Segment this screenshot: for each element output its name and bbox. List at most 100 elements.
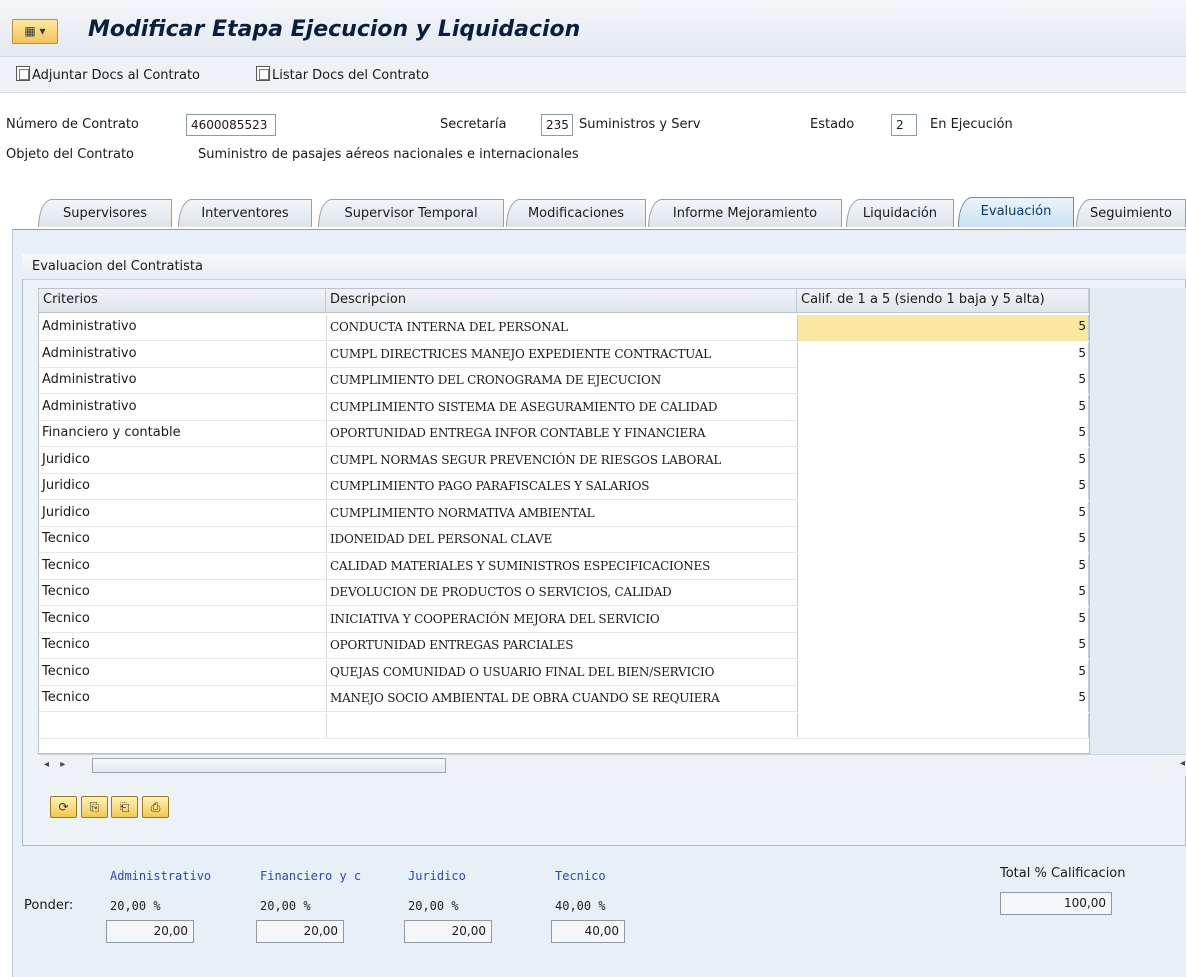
state-code-field[interactable]: 2 [891,114,917,136]
total-value-field[interactable]: 100,00 [1000,892,1112,915]
scroll-left-right-arrows-icon[interactable]: ◂ ▸ [44,759,69,770]
table-row[interactable]: Tecnico MANEJO SOCIO AMBIENTAL DE OBRA CU… [39,686,1089,712]
weight-percent: 20,00 % [260,899,311,913]
table-row[interactable]: Tecnico CALIDAD MATERIALES Y SUMINISTROS … [39,553,1089,580]
calificacion-input[interactable]: 5 [797,686,1089,712]
criterio-cell: Financiero y contable [42,425,181,440]
attach-docs-button[interactable]: Adjuntar Docs al Contrato [16,66,200,86]
table-empty-area [1090,288,1186,754]
secretary-name: Suministros y Serv [579,117,701,132]
table-row[interactable]: Juridico CUMPLIMIENTO PAGO PARAFISCALES Y… [39,474,1089,500]
calificacion-input[interactable]: 5 [797,368,1089,394]
weight-value-field[interactable]: 20,00 [256,920,344,943]
criterio-cell: Tecnico [42,637,90,652]
criterio-cell: Tecnico [42,663,90,679]
table-row-empty[interactable] [39,712,1089,739]
column-header-calificacion[interactable]: Calif. de 1 a 5 (siendo 1 baja y 5 alta) [797,289,1089,313]
descripcion-cell: INICIATIVA Y COOPERACIÓN MEJORA DEL SERV… [326,606,797,633]
tab-supervisores[interactable]: Supervisores [38,199,172,227]
criterio-cell: Tecnico [42,531,90,546]
descripcion-cell: CALIDAD MATERIALES Y SUMINISTROS ESPECIF… [326,553,797,580]
weight-category-label: Juridico [408,869,466,883]
contract-number-field[interactable]: 4600085523 [186,114,276,136]
descripcion-cell: MANEJO SOCIO AMBIENTAL DE OBRA CUANDO SE… [326,686,797,712]
evaluation-group-title: Evaluacion del Contratista [22,254,1186,280]
descripcion-cell [326,712,797,737]
table-row[interactable]: Juridico CUMPLIMIENTO NORMATIVA AMBIENTAL… [39,500,1089,527]
table-row[interactable]: Administrativo CUMPL DIRECTRICES MANEJO E… [39,341,1089,368]
criterio-cell: Tecnico [42,584,90,599]
table-horizontal-scrollbar[interactable]: ◂ ▸ ◂ [38,754,1186,776]
tab-supervisor-temporal[interactable]: Supervisor Temporal [318,199,504,227]
descripcion-cell: CUMPL DIRECTRICES MANEJO EXPEDIENTE CONT… [326,341,797,368]
evaluation-table: Criterios Descripcion Calif. de 1 a 5 (s… [38,288,1090,754]
scroll-right-arrow-icon[interactable]: ◂ [1180,758,1185,769]
table-row[interactable]: Tecnico IDONEIDAD DEL PERSONAL CLAVE 5 [39,527,1089,553]
calificacion-input[interactable]: 5 [797,553,1089,580]
calificacion-input[interactable]: 5 [797,315,1089,341]
tab-informe-mejoramiento[interactable]: Informe Mejoramiento [648,199,842,227]
tab-seguimiento[interactable]: Seguimiento [1076,199,1186,227]
list-documents-icon [256,66,270,81]
tab-modificaciones[interactable]: Modificaciones [506,199,646,227]
table-row[interactable]: Tecnico INICIATIVA Y COOPERACIÓN MEJORA D… [39,606,1089,633]
criterio-cell: Tecnico [42,557,90,573]
table-row[interactable]: Juridico CUMPL NORMAS SEGUR PREVENCIÓN DE… [39,447,1089,474]
criterio-cell: Administrativo [42,398,137,414]
sap-menu-icon[interactable]: ▦ ▾ [12,19,58,44]
scroll-thumb[interactable] [92,758,446,773]
table-action-2-icon[interactable]: ⎘ [81,796,108,818]
table-row[interactable]: Tecnico DEVOLUCION DE PRODUCTOS O SERVICI… [39,580,1089,606]
weight-value-field[interactable]: 20,00 [106,920,194,943]
calificacion-input[interactable]: 5 [797,474,1089,500]
object-label: Objeto del Contrato [6,147,135,162]
descripcion-cell: CONDUCTA INTERNA DEL PERSONAL [326,315,797,341]
tab-liquidacion[interactable]: Liquidación [846,199,954,227]
weight-value-field[interactable]: 20,00 [404,920,492,943]
calificacion-input[interactable]: 5 [797,580,1089,606]
calificacion-input[interactable]: 5 [797,500,1089,527]
object-value: Suministro de pasajes aéreos nacionales … [198,147,579,162]
descripcion-cell: CUMPLIMIENTO DEL CRONOGRAMA DE EJECUCION [326,368,797,394]
descripcion-cell: CUMPL NORMAS SEGUR PREVENCIÓN DE RIESGOS… [326,447,797,474]
window-title: Modificar Etapa Ejecucion y Liquidacion [88,17,581,42]
calificacion-input[interactable]: 5 [797,606,1089,633]
column-header-descripcion[interactable]: Descripcion [326,289,797,313]
descripcion-cell: OPORTUNIDAD ENTREGA INFOR CONTABLE Y FIN… [326,421,797,447]
criterio-cell: Juridico [42,451,90,467]
criterio-cell: Tecnico [42,610,90,626]
calificacion-input[interactable]: 5 [797,633,1089,659]
weight-value-field[interactable]: 40,00 [551,920,625,943]
table-action-4-icon[interactable]: ⎙ [142,796,169,818]
ponder-label: Ponder: [24,898,74,913]
application-toolbar: Adjuntar Docs al Contrato Listar Docs de… [0,57,1186,93]
calificacion-input[interactable]: 5 [797,341,1089,368]
calificacion-input[interactable]: 5 [797,421,1089,447]
tab-interventores[interactable]: Interventores [178,199,312,227]
table-row[interactable]: Administrativo CUMPLIMIENTO SISTEMA DE AS… [39,394,1089,421]
criterio-cell: Tecnico [42,690,90,705]
table-row[interactable]: Tecnico QUEJAS COMUNIDAD O USUARIO FINAL … [39,659,1089,686]
table-action-1-icon[interactable]: ⟳ [50,796,77,818]
state-label: Estado [810,117,855,132]
criterio-cell: Juridico [42,504,90,520]
tabstrip: Supervisores Interventores Supervisor Te… [0,195,1186,229]
calificacion-input[interactable]: 5 [797,527,1089,553]
list-docs-button[interactable]: Listar Docs del Contrato [256,66,429,86]
title-bar: ▦ ▾ Modificar Etapa Ejecucion y Liquidac… [0,0,1186,57]
table-action-3-icon[interactable]: ⎗ [111,796,138,818]
calificacion-input[interactable]: 5 [797,447,1089,474]
table-row[interactable]: Financiero y contable OPORTUNIDAD ENTREGA… [39,421,1089,447]
column-header-criterios[interactable]: Criterios [39,289,326,313]
table-row[interactable]: Administrativo CUMPLIMIENTO DEL CRONOGRAM… [39,368,1089,394]
secretary-code-field[interactable]: 235 [541,114,573,136]
tab-evaluacion[interactable]: Evaluación [958,197,1074,227]
descripcion-cell: OPORTUNIDAD ENTREGAS PARCIALES [326,633,797,659]
calificacion-input[interactable]: 5 [797,659,1089,686]
criterio-cell: Administrativo [42,372,137,387]
table-row[interactable]: Tecnico OPORTUNIDAD ENTREGAS PARCIALES 5 [39,633,1089,659]
weight-percent: 20,00 % [408,899,459,913]
table-row[interactable]: Administrativo CONDUCTA INTERNA DEL PERSO… [39,315,1089,341]
calificacion-input[interactable]: 5 [797,394,1089,421]
calificacion-input[interactable] [797,712,1089,737]
